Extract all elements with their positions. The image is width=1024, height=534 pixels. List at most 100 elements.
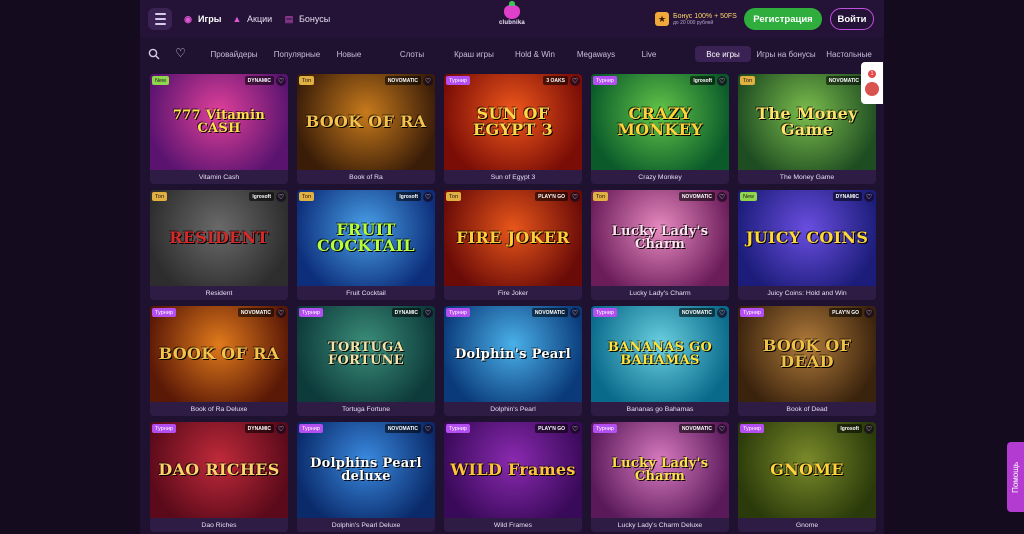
game-thumbnail[interactable]: WILD Frames [444, 422, 582, 518]
provider-logo: DYNAMIC [244, 76, 274, 85]
provider-logo: NOVOMATIC [678, 192, 715, 201]
game-card[interactable]: BANANAS GO BAHAMAS Турнир NOVOMATIC ♡ Banana… [591, 306, 729, 416]
game-thumbnail[interactable]: Dolphin's Pearl [444, 306, 582, 402]
favorite-heart-icon[interactable]: ♡ [717, 192, 727, 202]
game-card[interactable]: RESIDENT Топ Igrosoft ♡ Resident [150, 190, 288, 300]
provider-logo: NOVOMATIC [678, 308, 715, 317]
game-badge: Топ [446, 192, 461, 201]
game-card[interactable]: SUN OF EGYPT 3 Турнир 3 OAKS ♡ Sun of Egypt … [444, 74, 582, 184]
favorite-heart-icon[interactable]: ♡ [864, 192, 874, 202]
game-badge: New [152, 76, 170, 85]
game-badge: Турнир [446, 424, 470, 433]
register-button[interactable]: Регистрация [744, 8, 822, 30]
favorite-heart-icon[interactable]: ♡ [570, 76, 580, 86]
game-thumbnail[interactable]: Lucky Lady's Charm [591, 190, 729, 286]
game-card[interactable]: JUICY COINS New DYNAMIC ♡ Juicy Coins: Hold … [738, 190, 876, 300]
favorite-heart-icon[interactable]: ♡ [864, 308, 874, 318]
game-thumbnail[interactable]: The Money Game [738, 74, 876, 170]
category-tab[interactable]: Настольные [821, 46, 877, 62]
game-logo-art: BOOK OF DEAD [762, 336, 852, 371]
game-thumbnail[interactable]: TORTUGA FORTUNE [297, 306, 435, 402]
burger-line [154, 23, 166, 25]
login-button[interactable]: Войти [830, 8, 874, 30]
game-card[interactable]: Lucky Lady's Charm Топ NOVOMATIC ♡ Lucky Lad… [591, 190, 729, 300]
favorites-heart-icon[interactable]: ♡ [174, 47, 187, 60]
game-thumbnail[interactable]: GNOME [738, 422, 876, 518]
game-thumbnail[interactable]: Dolphins Pearl deluxe [297, 422, 435, 518]
favorite-heart-icon[interactable]: ♡ [423, 424, 433, 434]
help-tab[interactable]: Помощь [1007, 442, 1024, 512]
game-card[interactable]: GNOME Турнир Igrosoft ♡ Gnome [738, 422, 876, 532]
game-card[interactable]: Dolphin's Pearl Турнир NOVOMATIC ♡ Dolphin's… [444, 306, 582, 416]
category-tab[interactable]: Провайдеры [196, 46, 272, 62]
favorite-heart-icon[interactable]: ♡ [570, 424, 580, 434]
game-card[interactable]: Lucky Lady's Charm Турнир NOVOMATIC ♡ Lucky … [591, 422, 729, 532]
favorite-heart-icon[interactable]: ♡ [276, 308, 286, 318]
game-thumbnail[interactable]: FRUIT COCKTAIL [297, 190, 435, 286]
favorite-heart-icon[interactable]: ♡ [276, 192, 286, 202]
category-tab[interactable]: Популярные [262, 46, 332, 62]
brand-logo[interactable]: clubnika [497, 1, 527, 33]
favorite-heart-icon[interactable]: ♡ [717, 76, 727, 86]
favorite-heart-icon[interactable]: ♡ [423, 76, 433, 86]
favorite-heart-icon[interactable]: ♡ [423, 192, 433, 202]
game-card[interactable]: BOOK OF RA Турнир NOVOMATIC ♡ Book of Ra Del… [150, 306, 288, 416]
game-thumbnail[interactable]: BOOK OF RA [297, 74, 435, 170]
category-tab[interactable]: Hold & Win [513, 46, 557, 62]
game-badge: Топ [740, 76, 755, 85]
game-title: Dolphin's Pearl Deluxe [297, 518, 435, 532]
provider-logo: NOVOMATIC [384, 424, 421, 433]
game-card[interactable]: DAO RICHES Турнир DYNAMIC ♡ Dao Riches [150, 422, 288, 532]
menu-button[interactable] [148, 8, 172, 30]
game-title: Lucky Lady's Charm [591, 286, 729, 300]
nav-bonuses-label: Бонусы [299, 14, 331, 24]
favorite-heart-icon[interactable]: ♡ [717, 308, 727, 318]
welcome-bonus[interactable]: ★ Бонус 100% + 50FS до 20 000 рублей [655, 9, 755, 29]
game-thumbnail[interactable]: FIRE JOKER [444, 190, 582, 286]
game-thumbnail[interactable]: DAO RICHES [150, 422, 288, 518]
game-card[interactable]: The Money GameТопNOVOMATIC♡The Money Gam… [738, 74, 876, 184]
favorite-heart-icon[interactable]: ♡ [570, 192, 580, 202]
game-thumbnail[interactable]: Lucky Lady's Charm [591, 422, 729, 518]
game-thumbnail[interactable]: CRAZY MONKEY [591, 74, 729, 170]
game-thumbnail[interactable]: BOOK OF RA [150, 306, 288, 402]
game-thumbnail[interactable]: JUICY COINS [738, 190, 876, 286]
game-thumbnail[interactable]: RESIDENT [150, 190, 288, 286]
game-thumbnail[interactable]: BANANAS GO BAHAMAS [591, 306, 729, 402]
favorite-heart-icon[interactable]: ♡ [276, 424, 286, 434]
game-badge: Турнир [593, 308, 617, 317]
favorite-heart-icon[interactable]: ♡ [717, 424, 727, 434]
game-thumbnail[interactable]: SUN OF EGYPT 3 [444, 74, 582, 170]
game-thumbnail[interactable]: 777 Vitamin CASH [150, 74, 288, 170]
game-card[interactable]: FRUIT COCKTAIL Топ Igrosoft ♡ Fruit Cocktail [297, 190, 435, 300]
provider-logo: PLAY'N GO [535, 192, 568, 201]
game-thumbnail[interactable]: BOOK OF DEAD [738, 306, 876, 402]
category-tab[interactable]: Игры на бонусы [755, 46, 817, 62]
game-card[interactable]: Dolphins Pearl deluxe Турнир NOVOMATIC ♡ Dol… [297, 422, 435, 532]
nav-bonuses[interactable]: ▤ Бонусы [283, 11, 331, 27]
game-badge: Турнир [593, 424, 617, 433]
category-tab[interactable]: Megaways [570, 46, 622, 62]
category-tab[interactable]: Слоты [390, 46, 434, 62]
favorite-heart-icon[interactable]: ♡ [423, 308, 433, 318]
game-card[interactable]: BOOK OF RA Топ NOVOMATIC ♡ Book of Ra [297, 74, 435, 184]
favorite-heart-icon[interactable]: ♡ [570, 308, 580, 318]
category-tab[interactable]: Краш игры [448, 46, 500, 62]
nav-games[interactable]: ◉ Игры [182, 11, 221, 27]
category-tab[interactable]: Все игры [695, 46, 751, 62]
game-card[interactable]: CRAZY MONKEY Турнир Igrosoft ♡ Crazy Monkey [591, 74, 729, 184]
top-header: ◉ Игры ▲ Акции ▤ Бонусы clubnika ★ Бонус… [140, 0, 884, 38]
game-card[interactable]: FIRE JOKER Топ PLAY'N GO ♡ Fire Joker [444, 190, 582, 300]
game-card[interactable]: TORTUGA FORTUNE Турнир DYNAMIC ♡ Tortuga For… [297, 306, 435, 416]
nav-promotions[interactable]: ▲ Акции [231, 11, 273, 27]
game-card[interactable]: WILD Frames Турнир PLAY'N GO ♡ Wild Frames [444, 422, 582, 532]
favorite-heart-icon[interactable]: ♡ [864, 424, 874, 434]
search-icon[interactable] [148, 48, 160, 60]
game-card[interactable]: BOOK OF DEAD Турнир PLAY'N GO ♡ Book of Dead [738, 306, 876, 416]
favorite-heart-icon[interactable]: ♡ [276, 76, 286, 86]
category-tab[interactable]: Live [633, 46, 665, 62]
notification-widget[interactable]: 1 [861, 62, 883, 104]
game-card[interactable]: 777 Vitamin CASH New DYNAMIC ♡ Vitamin Cash [150, 74, 288, 184]
category-tab[interactable]: Новые [328, 46, 370, 62]
game-logo-art: FIRE JOKER [456, 228, 570, 247]
